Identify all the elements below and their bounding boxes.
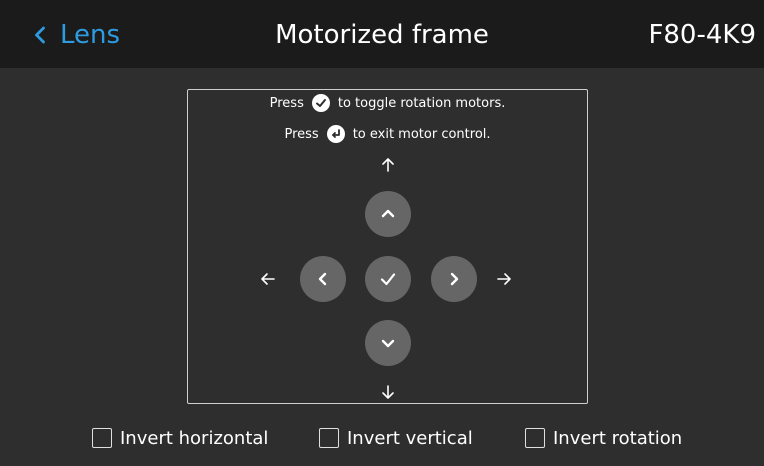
instruction-exit-prefix: Press (284, 126, 319, 142)
chevron-left-icon (35, 26, 45, 44)
invert-horizontal-checkbox[interactable]: Invert horizontal (92, 425, 268, 451)
move-up-button[interactable] (365, 191, 411, 237)
motor-control-panel: Press to toggle rotation motors. Press t… (187, 89, 588, 404)
toggle-rotation-button[interactable] (365, 256, 411, 302)
checkbox-box[interactable] (92, 428, 112, 448)
move-right-button[interactable] (431, 256, 477, 302)
instruction-exit: Press to exit motor control. (188, 123, 587, 145)
invert-horizontal-label: Invert horizontal (120, 427, 269, 449)
chevron-left-icon (318, 272, 327, 286)
chevron-down-icon (381, 339, 395, 348)
instruction-exit-suffix: to exit motor control. (352, 126, 491, 142)
invert-vertical-label: Invert vertical (347, 427, 473, 449)
arrow-down-icon (382, 385, 394, 399)
back-button[interactable]: Lens (26, 18, 120, 52)
instruction-toggle-suffix: to toggle rotation motors. (337, 95, 506, 111)
move-left-button[interactable] (300, 256, 346, 302)
arrow-right-icon (497, 273, 511, 285)
arrow-left-icon (261, 273, 275, 285)
return-circle-icon (326, 125, 345, 143)
chevron-up-icon (381, 209, 395, 218)
checkbox-box[interactable] (525, 428, 545, 448)
header-bar: Lens Motorized frame F80-4K9 (0, 0, 764, 68)
options-row: Invert horizontal Invert vertical Invert… (0, 425, 764, 451)
model-label: F80-4K9 (648, 20, 756, 50)
invert-rotation-checkbox[interactable]: Invert rotation (525, 425, 682, 451)
instruction-toggle: Press to toggle rotation motors. (188, 92, 587, 114)
instruction-toggle-prefix: Press (269, 95, 304, 111)
check-circle-icon (311, 94, 330, 112)
arrow-up-icon (382, 158, 394, 172)
check-icon (380, 273, 396, 286)
back-label: Lens (60, 20, 121, 50)
checkbox-box[interactable] (319, 428, 339, 448)
invert-rotation-label: Invert rotation (553, 427, 683, 449)
chevron-right-icon (450, 272, 459, 286)
invert-vertical-checkbox[interactable]: Invert vertical (319, 425, 473, 451)
move-down-button[interactable] (365, 320, 411, 366)
